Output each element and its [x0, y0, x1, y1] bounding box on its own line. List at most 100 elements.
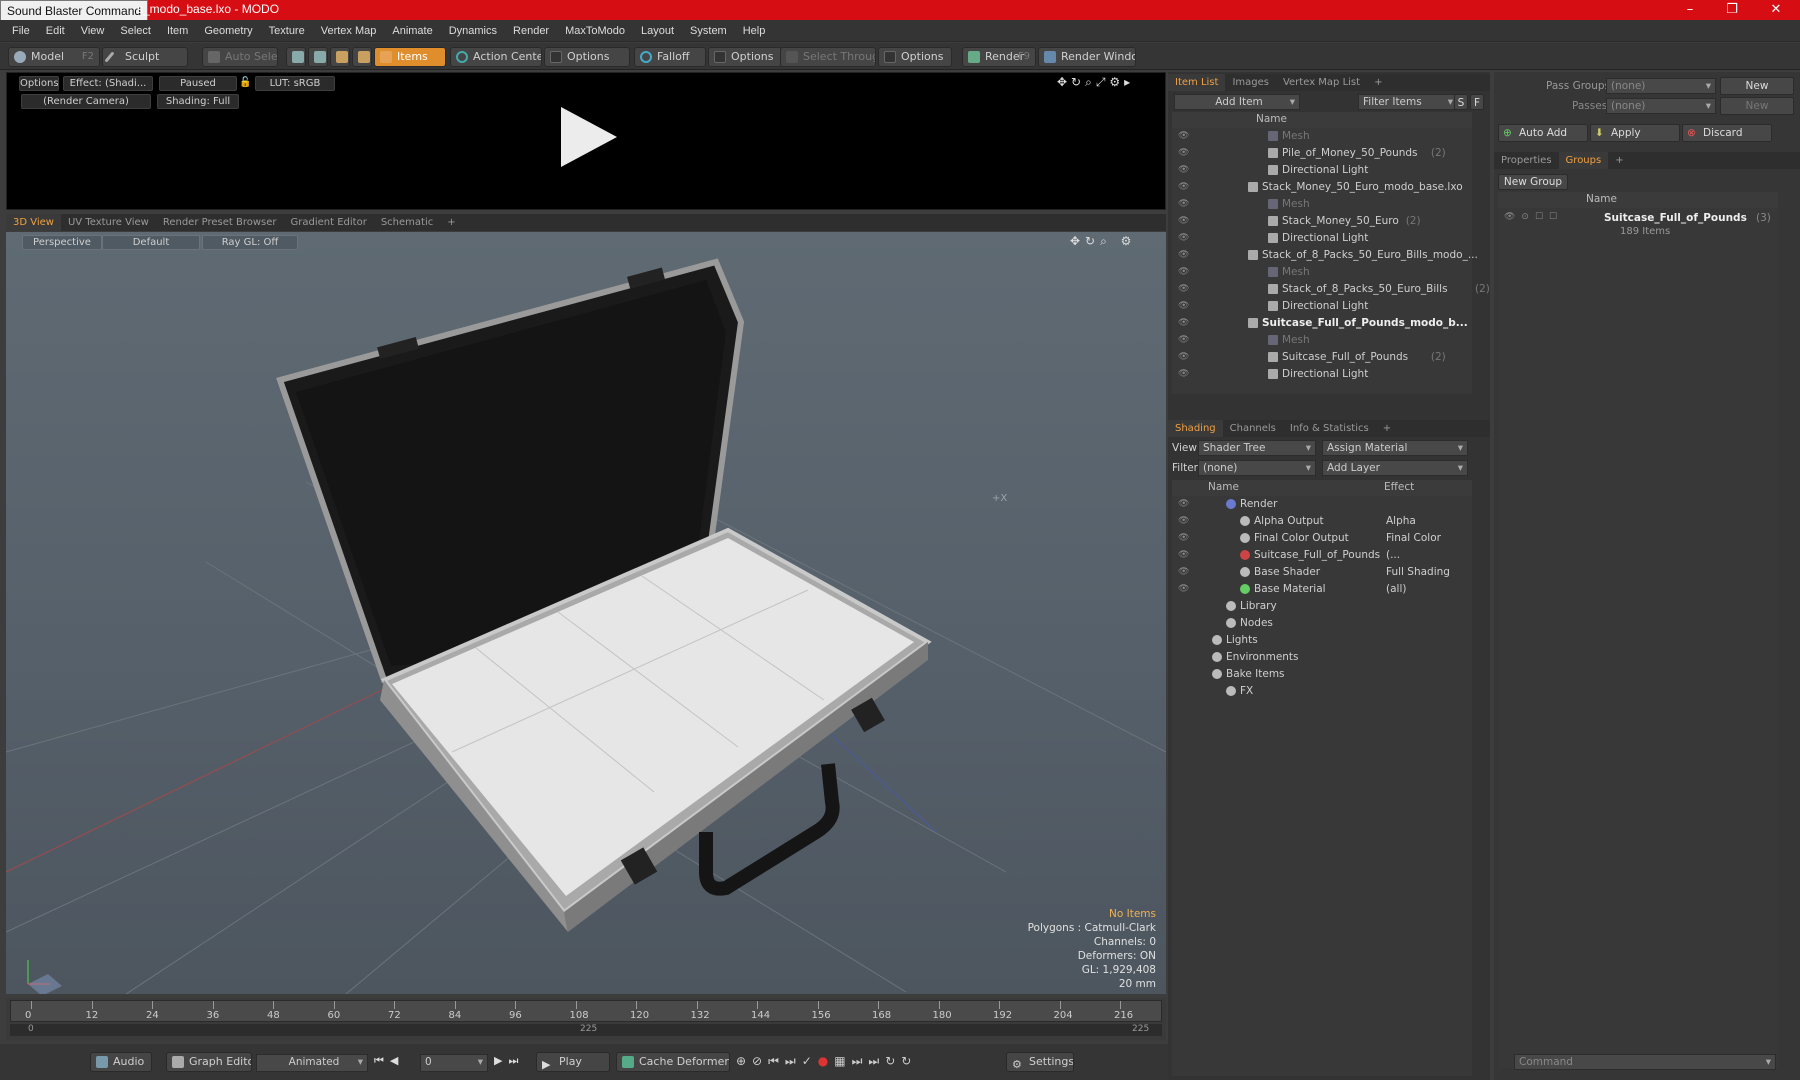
action-center-options-button[interactable]: Options: [544, 47, 630, 67]
group-row-toggles[interactable]: 👁⊙☐☐: [1504, 212, 1563, 222]
model-button[interactable]: Model F2: [8, 47, 100, 67]
group-name[interactable]: Suitcase_Full_of_Pounds: [1604, 212, 1747, 224]
items-button[interactable]: Items: [374, 47, 446, 67]
lut-dropdown[interactable]: LUT: sRGB: [255, 76, 335, 91]
add-layer-dropdown[interactable]: Add Layer: [1322, 460, 1468, 476]
apply-button[interactable]: ⬇ Apply: [1590, 124, 1680, 142]
effect-dropdown[interactable]: Effect: (Shadi...: [63, 76, 153, 91]
menu-layout[interactable]: Layout: [641, 25, 674, 37]
item-list-row[interactable]: 👁 Mesh: [1172, 196, 1472, 213]
shading-tab-channels[interactable]: Channels: [1223, 420, 1283, 437]
item-list-row[interactable]: 👁 Directional Light: [1172, 366, 1472, 383]
item-list-row[interactable]: 👁 Mesh: [1172, 264, 1472, 281]
lock-icon[interactable]: 🔓: [239, 77, 251, 89]
visibility-eye-icon[interactable]: 👁: [1178, 567, 1189, 577]
menu-view[interactable]: View: [81, 25, 105, 37]
filter-button[interactable]: F: [1470, 94, 1484, 110]
view-dropdown[interactable]: Shader Tree: [1198, 440, 1316, 456]
play-button[interactable]: ▶ Play: [536, 1052, 610, 1072]
sculpt-button[interactable]: Sculpt: [102, 47, 188, 67]
shader-tree-row[interactable]: Environments: [1172, 649, 1472, 666]
shader-tree-row[interactable]: Nodes: [1172, 615, 1472, 632]
item-list-row[interactable]: 👁 Pile_of_Money_50_Pounds (2): [1172, 145, 1472, 162]
3d-viewport[interactable]: Perspective Default Ray GL: Off ✥↻⌕ ⚙ +X: [6, 232, 1166, 994]
visibility-eye-icon[interactable]: 👁: [1178, 182, 1189, 192]
discard-button[interactable]: ⊗ Discard: [1682, 124, 1772, 142]
visibility-eye-icon[interactable]: 👁: [1178, 148, 1189, 158]
menu-file[interactable]: File: [12, 25, 30, 37]
passes-dropdown[interactable]: (none): [1606, 98, 1716, 114]
item-list-row[interactable]: 👁 Mesh: [1172, 332, 1472, 349]
item-list-row[interactable]: 👁 Directional Light: [1172, 162, 1472, 179]
item-list-row[interactable]: 👁 Stack_of_8_Packs_50_Euro_Bills (2): [1172, 281, 1490, 298]
add-item-dropdown[interactable]: Add Item: [1174, 94, 1300, 110]
viewport-tab-gradient-editor[interactable]: Gradient Editor: [284, 214, 374, 231]
key-tools-icons[interactable]: ⊕⊘⏮⏭✓●▦⏭⏭↻↻: [736, 1054, 917, 1069]
graph-editor-button[interactable]: Graph Editor: [166, 1052, 252, 1072]
menu-system[interactable]: System: [690, 25, 727, 37]
visibility-eye-icon[interactable]: 👁: [1178, 216, 1189, 226]
play-icon[interactable]: [555, 105, 619, 169]
shader-tree-row[interactable]: Bake Items: [1172, 666, 1472, 683]
shader-effect[interactable]: (...: [1386, 549, 1400, 561]
item-list-row[interactable]: 👁 Mesh: [1172, 128, 1472, 145]
visibility-eye-icon[interactable]: 👁: [1178, 284, 1189, 294]
restore-button[interactable]: ❐: [1714, 0, 1750, 20]
command-input[interactable]: Command: [1514, 1054, 1776, 1070]
assign-material-field[interactable]: Assign Material: [1322, 440, 1468, 456]
groups-tab-groups[interactable]: Groups: [1558, 152, 1609, 169]
viewport-tab-render-preset-browser[interactable]: Render Preset Browser: [156, 214, 284, 231]
auto-add-button[interactable]: ⊕ Auto Add: [1498, 124, 1588, 142]
visibility-eye-icon[interactable]: 👁: [1178, 199, 1189, 209]
item-list-row[interactable]: 👁 Stack_Money_50_Euro (2): [1172, 213, 1472, 230]
falloff-button[interactable]: Falloff: [634, 47, 706, 67]
cache-deformers-button[interactable]: Cache Deformers: [616, 1052, 730, 1072]
item-list-row[interactable]: 👁 Directional Light: [1172, 298, 1472, 315]
visibility-eye-icon[interactable]: 👁: [1178, 318, 1189, 328]
visibility-eye-icon[interactable]: 👁: [1178, 499, 1189, 509]
timeline[interactable]: 0 12 24 36 48 60 72 84 96 108 120 132 144 156 168 180 19…: [6, 998, 1166, 1040]
render-button[interactable]: Render F9: [962, 47, 1036, 67]
visibility-eye-icon[interactable]: 👁: [1178, 301, 1189, 311]
close-button[interactable]: ✕: [1758, 0, 1794, 20]
menu-dynamics[interactable]: Dynamics: [449, 25, 497, 37]
item-list-tab-add[interactable]: +: [1367, 74, 1389, 91]
render-preview[interactable]: Options Effect: (Shadi... Paused 🔓 LUT: …: [6, 72, 1166, 210]
skip-back-icons[interactable]: ⏮◀: [374, 1054, 404, 1068]
item-list-row[interactable]: 👁 Directional Light: [1172, 230, 1472, 247]
render-options-button[interactable]: Options: [19, 76, 59, 91]
visibility-eye-icon[interactable]: 👁: [1178, 250, 1189, 260]
frame-field[interactable]: 0: [420, 1054, 488, 1072]
falloff-options-button[interactable]: Options: [708, 47, 782, 67]
visibility-eye-icon[interactable]: 👁: [1178, 233, 1189, 243]
shader-tree-row[interactable]: 👁 Final Color Output Final Color: [1172, 530, 1472, 547]
new-pass-button[interactable]: New: [1720, 97, 1794, 115]
shader-tree-row[interactable]: 👁 Base Shader Full Shading: [1172, 564, 1472, 581]
select-through-options-button[interactable]: Options: [878, 47, 952, 67]
menu-edit[interactable]: Edit: [46, 25, 65, 37]
menu-item[interactable]: Item: [167, 25, 188, 37]
item-list-row[interactable]: 👁 Stack_Money_50_Euro_modo_base.lxo: [1172, 179, 1472, 196]
pass-groups-dropdown[interactable]: (none): [1606, 78, 1716, 94]
shader-tree-row[interactable]: Lights: [1172, 632, 1472, 649]
filter-items-field[interactable]: Filter Items: [1358, 94, 1458, 110]
item-list[interactable]: 👁 Mesh 👁 Pile_of_Money_50_Pounds (2) 👁 Directi…: [1172, 128, 1490, 394]
shading-tab-info-statistics[interactable]: Info & Statistics: [1283, 420, 1376, 437]
visibility-eye-icon[interactable]: 👁: [1178, 267, 1189, 277]
shading-tab-shading[interactable]: Shading: [1168, 420, 1223, 437]
menu-select[interactable]: Select: [120, 25, 151, 37]
item-list-tab-images[interactable]: Images: [1225, 74, 1276, 91]
viewport-tab-add[interactable]: +: [440, 214, 462, 231]
select-edges-button[interactable]: [308, 47, 328, 67]
shading-dropdown[interactable]: Shading: Full: [157, 94, 239, 109]
visibility-eye-icon[interactable]: 👁: [1178, 165, 1189, 175]
visibility-eye-icon[interactable]: 👁: [1178, 369, 1189, 379]
shader-effect[interactable]: Full Shading: [1386, 566, 1450, 578]
item-list-tab-item-list[interactable]: Item List: [1168, 74, 1226, 91]
shader-tree-row[interactable]: 👁 Base Material (all): [1172, 581, 1472, 598]
shader-tree-row[interactable]: 👁 Suitcase_Full_of_Pounds (...: [1172, 547, 1472, 564]
visibility-eye-icon[interactable]: 👁: [1178, 550, 1189, 560]
animated-dropdown[interactable]: Animated: [256, 1054, 368, 1072]
menu-help[interactable]: Help: [743, 25, 766, 37]
viewport-tab-3d-view[interactable]: 3D View: [6, 214, 61, 231]
